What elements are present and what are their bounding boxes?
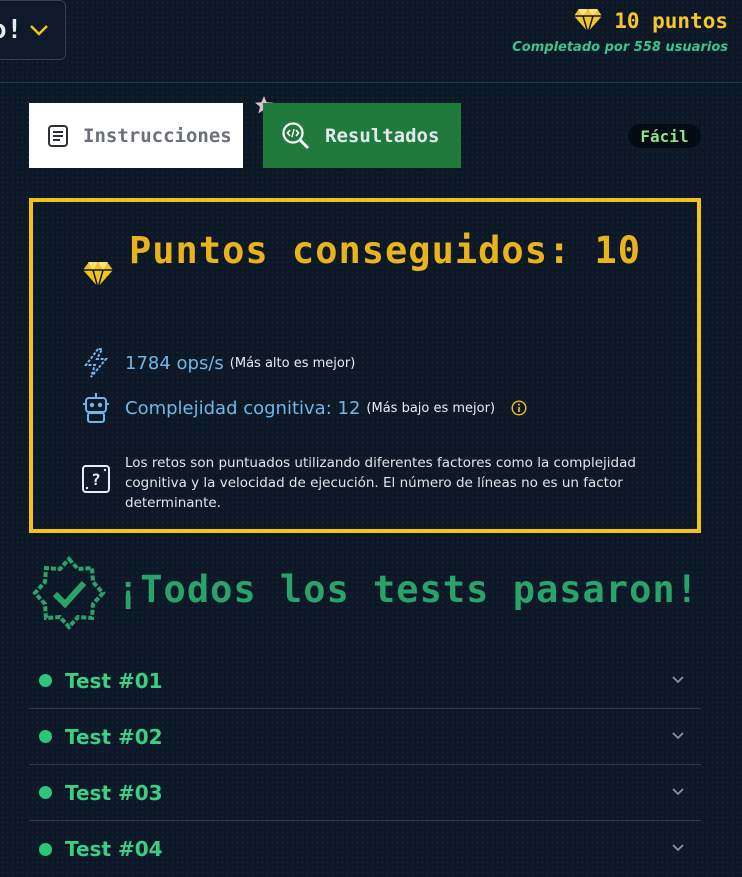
info-icon[interactable] [511, 400, 527, 416]
test-label: Test #04 [65, 837, 163, 861]
complexity-value: Complejidad cognitiva: 12 [125, 397, 361, 419]
question-box-icon: ? [82, 465, 110, 493]
status-dot [39, 842, 52, 856]
status-dot [39, 674, 52, 687]
test-row[interactable]: Test #02 [29, 709, 701, 765]
status-dot [39, 730, 52, 743]
test-row[interactable]: Test #04 [29, 821, 701, 877]
top-bar: o! 10 puntos Completado por 558 usuarios [0, 0, 742, 83]
tests-passed-title: ¡Todos los tests pasaron! [117, 568, 699, 611]
document-icon [48, 124, 68, 147]
diamond-icon [81, 261, 115, 290]
ops-metric: 1784 ops/s (Más alto es mejor) [81, 347, 355, 379]
check-badge-icon [32, 556, 106, 630]
results-title: Puntos conseguidos: 10 [129, 229, 642, 272]
chevron-down-icon [672, 844, 684, 852]
tab-instrucciones[interactable]: Instrucciones [29, 103, 243, 168]
menu-dropdown-button[interactable]: o! [0, 0, 66, 60]
completed-count: Completado por 558 usuarios [512, 40, 728, 55]
lightning-icon [84, 348, 109, 378]
results-panel: Puntos conseguidos: 10 1784 ops/s (Más a… [29, 198, 701, 533]
complexity-metric: Complejidad cognitiva: 12 (Más bajo es m… [81, 392, 527, 424]
difficulty-badge: Fácil [628, 124, 701, 148]
points-value: 10 puntos [614, 9, 728, 33]
scoring-note: Los retos son puntuados utilizando difer… [125, 455, 636, 511]
robot-icon [83, 393, 109, 423]
code-search-icon [282, 121, 310, 149]
test-label: Test #03 [65, 780, 163, 805]
tab-resultados-label: Resultados [325, 124, 440, 147]
chevron-down-icon [672, 676, 684, 684]
chevron-down-icon [672, 788, 684, 796]
points-summary: 10 puntos Completado por 558 usuarios [512, 4, 728, 55]
chevron-down-icon [30, 25, 48, 36]
tab-instrucciones-label: Instrucciones [83, 124, 232, 147]
status-dot [39, 786, 52, 799]
test-label: Test #02 [65, 724, 163, 749]
ops-value: 1784 ops/s [125, 352, 224, 374]
chevron-down-icon [672, 732, 684, 740]
test-row[interactable]: Test #01 [29, 653, 701, 709]
test-row[interactable]: Test #03 [29, 765, 701, 821]
tab-resultados[interactable]: Resultados [263, 103, 461, 168]
menu-button-text: o! [0, 15, 23, 45]
ops-note: (Más alto es mejor) [229, 355, 356, 371]
svg-text:?: ? [91, 470, 101, 489]
diamond-icon [572, 8, 605, 35]
complexity-note: (Más bajo es mejor) [366, 400, 496, 416]
test-label: Test #01 [65, 668, 163, 693]
